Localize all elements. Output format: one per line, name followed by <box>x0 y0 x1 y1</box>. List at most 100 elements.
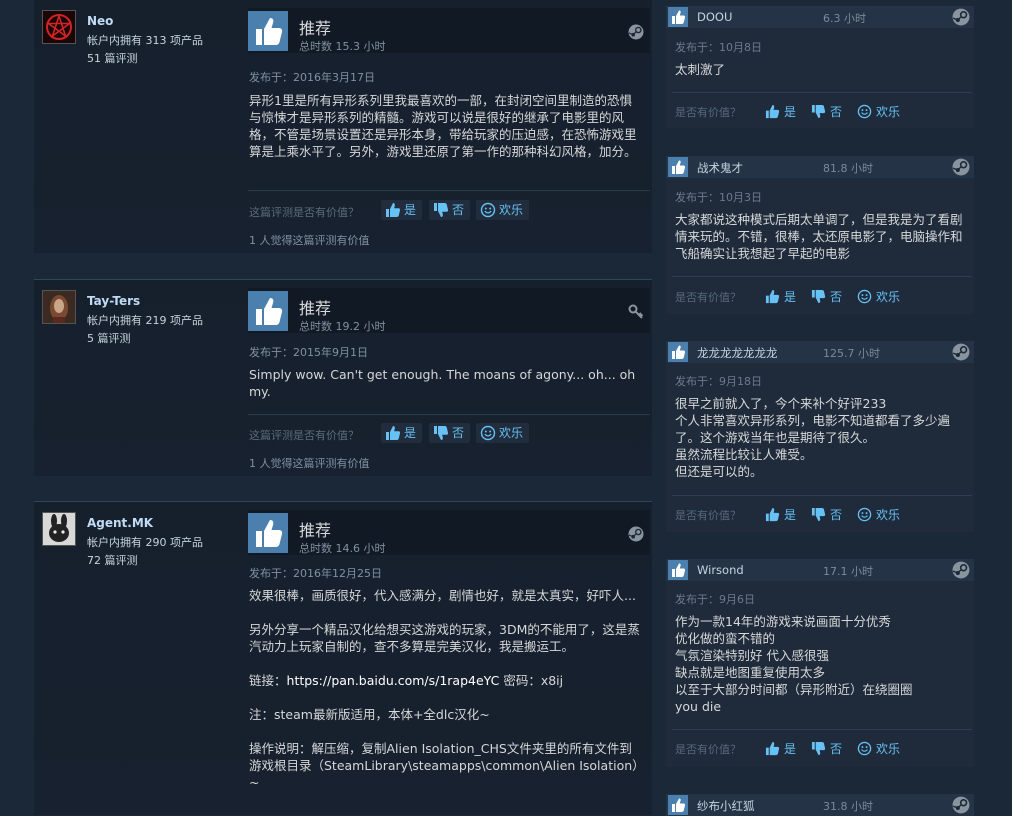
vote-funny-button[interactable]: 欢乐 <box>476 423 530 443</box>
vote-no-button[interactable]: 否 <box>811 506 842 523</box>
side-author-name[interactable]: 战术鬼才 <box>697 160 743 176</box>
side-author-name[interactable]: 龙龙龙龙龙龙龙 <box>697 345 778 361</box>
vote-no-label: 否 <box>830 290 843 304</box>
thumbs-up-icon <box>765 507 780 522</box>
author-name[interactable]: Neo <box>87 14 113 28</box>
review-line: 缺点就是地图重复使用太多 <box>675 665 826 680</box>
side-author-name[interactable]: 纱布小红狐 <box>697 798 755 814</box>
helpful-question: 是否有价值？ <box>675 743 741 756</box>
steam-icon <box>952 8 970 26</box>
vote-yes-label: 是 <box>784 508 797 522</box>
author-name[interactable]: Tay-Ters <box>87 294 140 308</box>
vote-funny-label: 欢乐 <box>499 203 524 217</box>
helpful-question: 是否有价值？ <box>675 509 741 522</box>
review-line: 作为一款14年的游戏来说画面十分优秀 <box>675 614 891 629</box>
review-content: 效果很棒，画质很好，代入感满分，剧情也好，就是太真实，好吓人... 另外分享一个… <box>249 587 641 791</box>
download-link[interactable]: https://pan.baidu.com/s/1rap4eYC <box>287 673 500 688</box>
smiley-icon <box>857 104 872 119</box>
side-review-content: 作为一款14年的游戏来说画面十分优秀 优化做的蛮不错的 气氛渲染特别好 代入感很… <box>675 613 967 715</box>
thumbs-up-icon <box>668 342 688 362</box>
author-name[interactable]: Agent.MK <box>87 516 153 530</box>
vote-no-button[interactable]: 否 <box>811 103 842 120</box>
vote-no-button[interactable]: 否 <box>811 740 842 757</box>
helpful-question: 这篇评测是否有价值？ <box>249 429 359 442</box>
vote-yes-label: 是 <box>404 426 417 440</box>
rabbit-avatar[interactable] <box>42 512 76 546</box>
author-review-count[interactable]: 51 篇评测 <box>87 50 138 66</box>
review-paragraph: 异形1里是所有异形系列里我最喜欢的一部，在封闭空间里制造的恐惧与惊悚才是异形系列… <box>249 93 637 159</box>
link-label: 链接： <box>249 673 287 688</box>
thumbs-up-icon <box>248 513 288 553</box>
author-products[interactable]: 帐户内拥有 290 项产品 <box>87 534 203 550</box>
vote-header[interactable]: 推荐 总时数 19.2 小时 <box>248 288 650 333</box>
thumbs-up-icon <box>668 560 688 580</box>
vote-yes-button[interactable]: 是 <box>765 740 796 757</box>
divider <box>672 495 972 496</box>
vote-yes-button[interactable]: 是 <box>381 423 423 443</box>
vote-funny-button[interactable]: 欢乐 <box>857 506 900 523</box>
side-playtime: 6.3 小时 <box>823 12 866 25</box>
vote-yes-button[interactable]: 是 <box>381 200 423 220</box>
vote-no-button[interactable]: 否 <box>811 288 842 305</box>
thumbs-up-icon <box>248 291 288 331</box>
review-paragraph: 操作说明：解压缩，复制Alien Isolation_CHS文件夹里的所有文件到… <box>249 741 639 790</box>
steam-icon <box>952 796 970 814</box>
pentagram-avatar[interactable] <box>42 10 76 44</box>
review-card: Neo 帐户内拥有 313 项产品 51 篇评测 推荐 总时数 15.3 小时 … <box>34 0 652 253</box>
author-products[interactable]: 帐户内拥有 313 项产品 <box>87 32 203 48</box>
side-review-content: 太刺激了 <box>675 61 967 78</box>
vote-funny-button[interactable]: 欢乐 <box>857 103 900 120</box>
thumbs-up-icon <box>765 741 780 756</box>
side-author-name[interactable]: DOOU <box>697 10 732 24</box>
vote-yes-button[interactable]: 是 <box>765 506 796 523</box>
vote-funny-button[interactable]: 欢乐 <box>476 200 530 220</box>
thumbs-up-icon <box>248 11 288 51</box>
review-card: Agent.MK 帐户内拥有 290 项产品 72 篇评测 推荐 总时数 14.… <box>34 501 652 815</box>
review-line: 优化做的蛮不错的 <box>675 631 776 646</box>
vote-header[interactable]: 推荐 总时数 14.6 小时 <box>248 510 650 555</box>
divider <box>672 92 972 93</box>
author-review-count[interactable]: 5 篇评测 <box>87 330 131 346</box>
side-review-header[interactable]: Wirsond 17.1 小时 <box>666 559 974 581</box>
vote-yes-button[interactable]: 是 <box>765 288 796 305</box>
side-review-card: 战术鬼才 81.8 小时 发布于：10月3日 大家都说这种模式后期太单调了，但是… <box>666 156 974 314</box>
review-link-line: 链接：https://pan.baidu.com/s/1rap4eYC 密码：x… <box>249 672 641 689</box>
steam-icon <box>952 561 970 579</box>
steam-icon <box>628 526 644 542</box>
thumbs-up-icon <box>668 157 688 177</box>
smiley-icon <box>857 741 872 756</box>
playtime: 总时数 19.2 小时 <box>299 320 386 333</box>
side-playtime: 81.8 小时 <box>823 162 873 175</box>
vote-funny-label: 欢乐 <box>499 426 524 440</box>
review-line: 但还是可以的。 <box>675 464 763 479</box>
side-review-card: 龙龙龙龙龙龙龙 125.7 小时 发布于：9月18日 很早之前就入了，今个来补个… <box>666 341 974 532</box>
vote-yes-label: 是 <box>784 742 797 756</box>
side-posted-date: 发布于：10月8日 <box>675 41 762 54</box>
side-review-content: 很早之前就入了，今个来补个好评233 个人非常喜欢异形系列，电影不知道都看了多少… <box>675 395 967 480</box>
vote-no-button[interactable]: 否 <box>429 200 471 220</box>
review-line: 大家都说这种模式后期太单调了，但是我是为了看剧情来玩的。不错，很棒，太还原电影了… <box>675 212 963 261</box>
author-review-count[interactable]: 72 篇评测 <box>87 552 138 568</box>
vote-funny-button[interactable]: 欢乐 <box>857 740 900 757</box>
thumbs-down-icon <box>811 741 826 756</box>
thumbs-up-icon <box>765 289 780 304</box>
password-text: 密码：x8ij <box>499 673 564 688</box>
side-author-name[interactable]: Wirsond <box>697 563 744 577</box>
vote-header[interactable]: 推荐 总时数 15.3 小时 <box>248 8 650 53</box>
side-playtime: 17.1 小时 <box>823 565 873 578</box>
steam-icon <box>952 158 970 176</box>
side-review-header[interactable]: 纱布小红狐 31.8 小时 <box>666 794 974 816</box>
side-review-header[interactable]: DOOU 6.3 小时 <box>666 6 974 28</box>
vote-no-label: 否 <box>452 203 465 217</box>
vote-no-button[interactable]: 否 <box>429 423 471 443</box>
portrait-avatar[interactable] <box>42 290 76 324</box>
author-products[interactable]: 帐户内拥有 219 项产品 <box>87 312 203 328</box>
posted-date: 发布于：2016年3月17日 <box>249 71 375 84</box>
side-review-header[interactable]: 战术鬼才 81.8 小时 <box>666 156 974 178</box>
thumbs-up-icon <box>385 202 401 218</box>
vote-funny-button[interactable]: 欢乐 <box>857 288 900 305</box>
side-review-header[interactable]: 龙龙龙龙龙龙龙 125.7 小时 <box>666 341 974 363</box>
vote-no-label: 否 <box>830 508 843 522</box>
vote-yes-button[interactable]: 是 <box>765 103 796 120</box>
review-line: 以至于大部分时间都（异形附近）在绕圈圈 <box>675 682 913 697</box>
